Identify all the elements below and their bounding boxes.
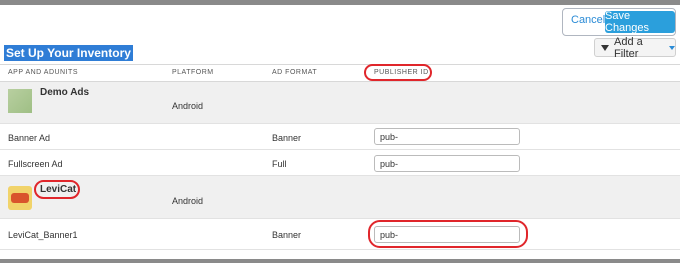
save-changes-button[interactable]: Save Changes xyxy=(605,10,675,34)
publisher-id-input[interactable] xyxy=(374,128,520,145)
cancel-button[interactable]: Cancel xyxy=(571,14,605,26)
app-thumbnail xyxy=(8,89,32,113)
adunit-name: Banner Ad xyxy=(8,133,51,143)
adunit-name: Fullscreen Ad xyxy=(8,159,63,169)
caret-down-icon xyxy=(669,45,675,50)
bottom-divider xyxy=(0,259,680,263)
app-name: Demo Ads xyxy=(40,87,90,98)
page-title: Set Up Your Inventory xyxy=(4,45,133,61)
action-group: Cancel Save Changes xyxy=(562,8,676,36)
row-divider xyxy=(0,249,680,250)
app-thumbnail xyxy=(8,186,32,210)
add-filter-label: Add a Filter xyxy=(614,35,643,60)
adunit-name: LeviCat_Banner1 xyxy=(8,230,78,240)
app-platform: Android xyxy=(172,101,204,111)
adunit-format: Banner xyxy=(272,230,302,240)
column-header-platform: PLATFORM xyxy=(172,69,214,76)
app-name-highlight xyxy=(34,180,80,199)
add-filter-button[interactable]: Add a Filter xyxy=(594,35,676,60)
app-row[interactable] xyxy=(0,176,680,218)
row-divider xyxy=(0,218,680,219)
adunit-format: Full xyxy=(272,159,287,169)
top-divider xyxy=(0,0,680,5)
adunit-format: Banner xyxy=(272,133,302,143)
column-header-app: APP AND ADUNITS xyxy=(8,69,79,76)
publisher-id-highlight xyxy=(364,64,432,81)
column-header-ad-format: AD FORMAT xyxy=(272,69,318,76)
publisher-id-input-highlight xyxy=(368,220,528,248)
row-divider xyxy=(0,149,680,150)
row-divider xyxy=(0,123,680,124)
funnel-icon xyxy=(601,44,609,51)
app-row[interactable] xyxy=(0,82,680,123)
publisher-id-input[interactable] xyxy=(374,155,520,172)
app-platform: Android xyxy=(172,196,204,206)
table-top-border xyxy=(0,64,680,65)
